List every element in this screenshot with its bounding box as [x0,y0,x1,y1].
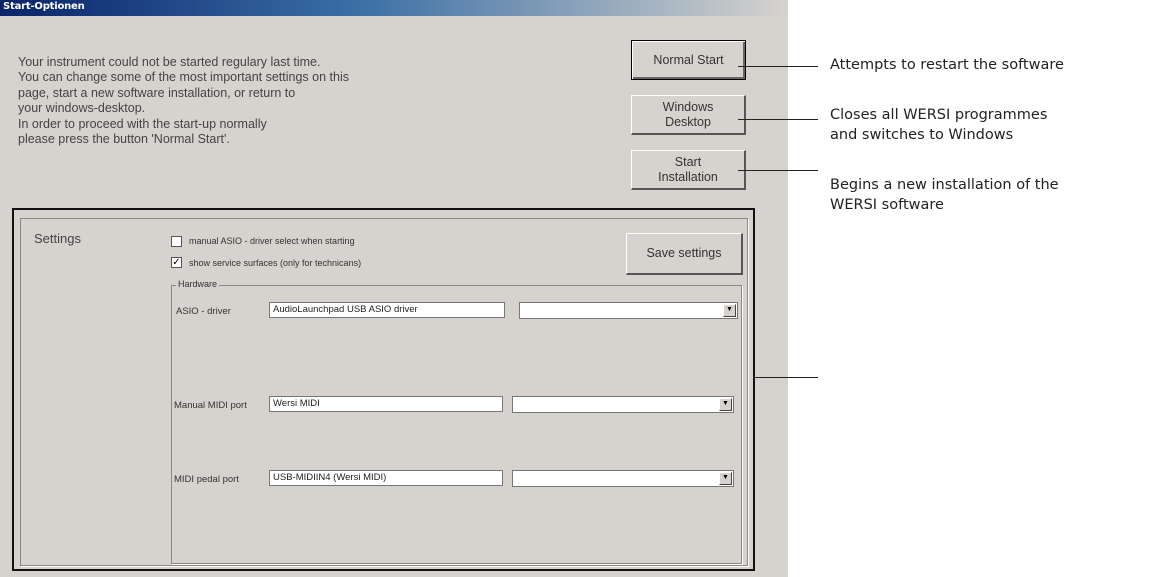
annotation-line: Attempts to restart the software [830,57,1064,73]
annotation-start-installation: Begins a new installation of the WERSI s… [830,175,1059,215]
windows-desktop-button[interactable]: Windows Desktop [631,95,746,135]
manual-midi-port-select[interactable]: ▼ [512,396,734,413]
chevron-down-icon[interactable]: ▼ [719,398,732,411]
windows-desktop-label-line1: Windows [662,99,714,114]
midi-pedal-port-label: MIDI pedal port [174,474,239,485]
settings-label: Settings [34,231,81,246]
chevron-down-icon[interactable]: ▼ [719,472,732,485]
start-installation-button[interactable]: Start Installation [631,150,746,190]
manual-midi-port-field[interactable]: Wersi MIDI [269,396,503,412]
annotation-line: WERSI software [830,197,944,213]
hardware-group-title: Hardware [176,279,220,289]
intro-line: your windows-desktop. [18,101,146,116]
intro-line: In order to proceed with the start-up no… [18,116,267,131]
annotation-normal-start: Attempts to restart the software [830,55,1064,75]
asio-driver-select[interactable]: ▼ [519,302,738,319]
intro-text: Your instrument could not be started reg… [18,55,349,147]
annotation-windows-desktop: Closes all WERSI programmes and switches… [830,105,1047,145]
intro-line: Your instrument could not be started reg… [18,55,321,69]
chevron-down-icon[interactable]: ▼ [723,304,736,317]
manual-midi-port-label: Manual MIDI port [174,400,247,411]
start-options-window: Start-Optionen Your instrument could not… [0,0,788,577]
start-installation-label-line1: Start [674,154,702,169]
annotation-line: Begins a new installation of the [830,177,1059,193]
callout-line-normal-start [738,66,818,67]
manual-asio-checkbox[interactable] [171,236,182,247]
annotation-line: Closes all WERSI programmes [830,107,1048,123]
callout-line-start-installation [738,170,818,171]
check-icon: ✓ [172,257,181,268]
callout-line-windows-desktop [738,119,818,120]
windows-desktop-label-line2: Desktop [665,114,711,129]
title-bar: Start-Optionen [0,0,788,16]
intro-line: page, start a new software installation,… [18,85,296,100]
normal-start-button[interactable]: Normal Start [631,40,746,80]
normal-start-label: Normal Start [653,52,724,67]
save-settings-label: Save settings [646,246,722,260]
intro-line: You can change some of the most importan… [18,70,349,85]
midi-pedal-port-field[interactable]: USB-MIDIIN4 (Wersi MIDI) [269,470,503,486]
asio-driver-label: ASIO - driver [176,306,231,317]
manual-asio-checkbox-label: manual ASIO - driver select when startin… [189,236,355,246]
start-installation-label-line2: Installation [658,169,718,184]
asio-driver-field[interactable]: AudioLaunchpad USB ASIO driver [269,302,505,318]
intro-line: please press the button 'Normal Start'. [18,132,230,147]
annotation-line: and switches to Windows [830,127,1014,143]
window-title: Start-Optionen [3,1,85,12]
callout-line-settings [755,377,818,378]
hardware-group [171,285,742,564]
show-service-checkbox[interactable]: ✓ [171,257,182,268]
show-service-checkbox-label: show service surfaces (only for technica… [189,258,362,268]
midi-pedal-port-select[interactable]: ▼ [512,470,734,487]
save-settings-button[interactable]: Save settings [626,233,743,275]
